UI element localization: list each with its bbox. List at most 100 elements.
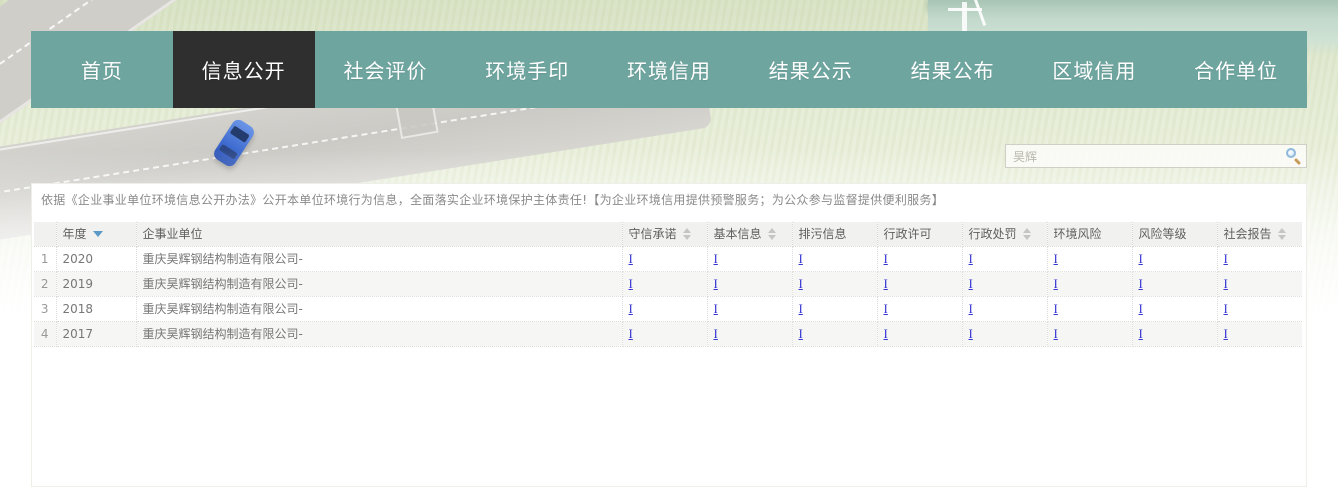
company-cell: 重庆昊辉钢结构制造有限公司-: [136, 271, 622, 296]
column-header[interactable]: 基本信息: [707, 222, 792, 246]
report-link[interactable]: I: [1054, 326, 1058, 341]
report-link[interactable]: I: [1139, 276, 1143, 291]
column-label: 基本信息: [714, 227, 762, 241]
report-cell: I: [622, 246, 707, 271]
report-link[interactable]: I: [969, 251, 973, 266]
row-number-cell: 3: [34, 296, 56, 321]
report-link[interactable]: I: [1224, 276, 1228, 291]
nav-item-2[interactable]: 信息公开: [173, 31, 315, 108]
row-number-cell: 4: [34, 321, 56, 346]
report-link[interactable]: I: [1054, 301, 1058, 316]
row-number-cell: 1: [34, 246, 56, 271]
column-header: 企事业单位: [136, 222, 622, 246]
sort-icon: [683, 228, 691, 240]
report-link[interactable]: I: [884, 326, 888, 341]
report-link[interactable]: I: [1139, 301, 1143, 316]
table-body: 12020重庆昊辉钢结构制造有限公司-IIIIIIII22019重庆昊辉钢结构制…: [34, 246, 1302, 346]
table-row: 12020重庆昊辉钢结构制造有限公司-IIIIIIII: [34, 246, 1302, 271]
report-cell: I: [962, 321, 1047, 346]
report-cell: I: [877, 321, 962, 346]
report-cell: I: [1217, 296, 1302, 321]
column-label: 社会报告: [1224, 227, 1272, 241]
report-cell: I: [792, 296, 877, 321]
report-cell: I: [962, 296, 1047, 321]
table-header-row: 年度企事业单位守信承诺基本信息排污信息行政许可行政处罚环境风险风险等级社会报告: [34, 222, 1302, 246]
column-header[interactable]: 社会报告: [1217, 222, 1302, 246]
report-cell: I: [792, 321, 877, 346]
report-cell: I: [1047, 246, 1132, 271]
sort-icon: [768, 228, 776, 240]
report-link[interactable]: I: [799, 251, 803, 266]
nav-item-6[interactable]: 结果公示: [740, 31, 882, 108]
report-link[interactable]: I: [799, 326, 803, 341]
report-cell: I: [622, 296, 707, 321]
content-panel: 依据《企业事业单位环境信息公开办法》公开本单位环境行为信息，全面落实企业环境保护…: [31, 183, 1307, 487]
report-cell: I: [1132, 271, 1217, 296]
column-header[interactable]: 行政处罚: [962, 222, 1047, 246]
search-icon[interactable]: [1286, 148, 1302, 164]
magnifier-lens: [1286, 148, 1296, 158]
report-link[interactable]: I: [714, 301, 718, 316]
search-input[interactable]: [1005, 144, 1307, 168]
report-link[interactable]: I: [1224, 251, 1228, 266]
report-link[interactable]: I: [884, 251, 888, 266]
company-cell: 重庆昊辉钢结构制造有限公司-: [136, 321, 622, 346]
column-label: 行政处罚: [969, 227, 1017, 241]
year-cell: 2019: [56, 271, 136, 296]
report-cell: I: [1132, 296, 1217, 321]
report-link[interactable]: I: [1054, 276, 1058, 291]
column-label: 行政许可: [884, 227, 932, 241]
nav-item-9[interactable]: 合作单位: [1165, 31, 1307, 108]
report-link[interactable]: I: [629, 276, 633, 291]
magnifier-handle: [1294, 158, 1301, 165]
report-cell: I: [877, 296, 962, 321]
nav-item-7[interactable]: 结果公布: [882, 31, 1024, 108]
nav-item-8[interactable]: 区域信用: [1023, 31, 1165, 108]
report-link[interactable]: I: [714, 276, 718, 291]
report-cell: I: [1217, 246, 1302, 271]
report-link[interactable]: I: [714, 326, 718, 341]
table-row: 22019重庆昊辉钢结构制造有限公司-IIIIIIII: [34, 271, 1302, 296]
report-link[interactable]: I: [1054, 251, 1058, 266]
report-link[interactable]: I: [1224, 301, 1228, 316]
report-link[interactable]: I: [884, 301, 888, 316]
report-link[interactable]: I: [969, 276, 973, 291]
report-link[interactable]: I: [799, 276, 803, 291]
report-link[interactable]: I: [969, 326, 973, 341]
report-link[interactable]: I: [884, 276, 888, 291]
report-cell: I: [1047, 321, 1132, 346]
report-cell: I: [1132, 321, 1217, 346]
report-link[interactable]: I: [799, 301, 803, 316]
nav-item-4[interactable]: 环境手印: [456, 31, 598, 108]
nav-item-5[interactable]: 环境信用: [598, 31, 740, 108]
nav-item-3[interactable]: 社会评价: [315, 31, 457, 108]
column-header[interactable]: 守信承诺: [622, 222, 707, 246]
report-link[interactable]: I: [629, 251, 633, 266]
company-cell: 重庆昊辉钢结构制造有限公司-: [136, 246, 622, 271]
report-cell: I: [792, 271, 877, 296]
report-cell: I: [792, 246, 877, 271]
column-header: 环境风险: [1047, 222, 1132, 246]
report-cell: I: [962, 271, 1047, 296]
report-link[interactable]: I: [1224, 326, 1228, 341]
report-link[interactable]: I: [714, 251, 718, 266]
report-cell: I: [1132, 246, 1217, 271]
search-box: [1005, 144, 1307, 168]
sort-icon: [1278, 228, 1286, 240]
report-cell: I: [707, 246, 792, 271]
column-header: [34, 222, 56, 246]
report-cell: I: [622, 321, 707, 346]
records-table: 年度企事业单位守信承诺基本信息排污信息行政许可行政处罚环境风险风险等级社会报告 …: [34, 222, 1302, 347]
report-link[interactable]: I: [1139, 251, 1143, 266]
report-link[interactable]: I: [1139, 326, 1143, 341]
nav-item-1[interactable]: 首页: [31, 31, 173, 108]
main-nav: 首页信息公开社会评价环境手印环境信用结果公示结果公布区域信用合作单位: [31, 31, 1307, 108]
report-link[interactable]: I: [629, 301, 633, 316]
sort-icon: [1023, 228, 1031, 240]
report-cell: I: [877, 271, 962, 296]
report-link[interactable]: I: [629, 326, 633, 341]
column-header[interactable]: 年度: [56, 222, 136, 246]
report-link[interactable]: I: [969, 301, 973, 316]
column-header: 风险等级: [1132, 222, 1217, 246]
report-cell: I: [1047, 296, 1132, 321]
